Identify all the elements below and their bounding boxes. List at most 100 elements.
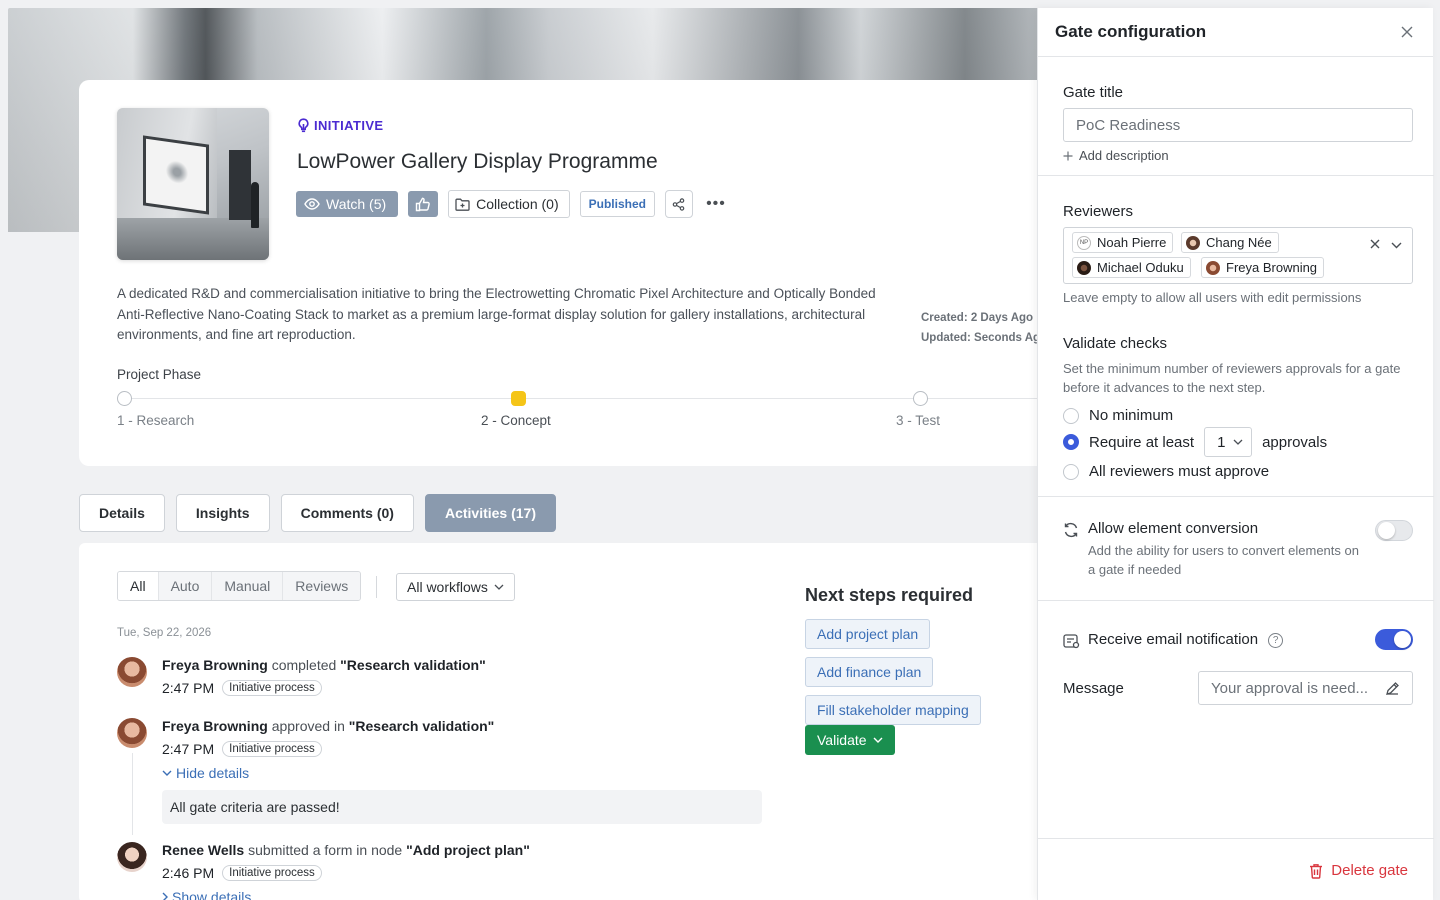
activity-date-heading: Tue, Sep 22, 2026 — [117, 627, 212, 639]
add-description-link[interactable]: Add description — [1063, 148, 1169, 163]
drawer-header: Gate configuration — [1038, 8, 1433, 57]
element-conversion-toggle[interactable] — [1375, 520, 1413, 541]
gate-title-section: Gate title PoC Readiness Add description — [1038, 57, 1434, 176]
hide-details-label: Hide details — [176, 765, 250, 781]
thumbs-up-icon — [415, 197, 430, 211]
avatar[interactable] — [117, 842, 147, 872]
gate-title-input[interactable]: PoC Readiness — [1063, 108, 1413, 142]
activity-prep: in — [333, 718, 345, 734]
pencil-icon — [1386, 681, 1399, 695]
tab-comments[interactable]: Comments (0) — [280, 494, 414, 532]
approvals-count-select[interactable]: 1 — [1204, 427, 1253, 457]
fill-stakeholder-mapping-button[interactable]: Fill stakeholder mapping — [805, 695, 981, 725]
activity-text: Freya Browning completed "Research valid… — [162, 657, 486, 673]
radio-no-minimum[interactable]: No minimum — [1063, 407, 1173, 424]
filter-auto[interactable]: Auto — [157, 572, 212, 600]
close-drawer-button[interactable] — [1399, 24, 1415, 40]
radio-require-at-least[interactable]: Require at least 1 approvals — [1063, 427, 1327, 457]
add-project-plan-button[interactable]: Add project plan — [805, 619, 931, 649]
delete-gate-button[interactable]: Delete gate — [1309, 862, 1408, 879]
reviewer-chip[interactable]: NP Noah Pierre — [1072, 232, 1174, 253]
plus-icon — [1063, 151, 1073, 160]
reviewer-name: Freya Browning — [1226, 260, 1318, 275]
validate-checks-help: Set the minimum number of reviewers appr… — [1063, 361, 1401, 395]
activity-verb: approved — [271, 718, 331, 734]
trash-icon — [1310, 863, 1323, 879]
delete-gate-label: Delete gate — [1331, 862, 1408, 879]
workflow-select[interactable]: All workflows — [396, 573, 515, 601]
close-icon — [1370, 239, 1380, 249]
reviewers-multiselect[interactable]: NP Noah Pierre Chang Née Michael Oduku F… — [1063, 227, 1413, 284]
hide-details-link[interactable]: Hide details — [162, 765, 249, 781]
updated-timestamp: Updated: Seconds Ago — [921, 332, 1048, 344]
activity-verb: submitted — [248, 842, 309, 858]
activity-user[interactable]: Freya Browning — [162, 657, 268, 673]
avatar[interactable] — [117, 718, 147, 748]
message-input[interactable]: Your approval is need... — [1198, 671, 1413, 705]
activity-time: 2:46 PM — [162, 865, 215, 881]
add-finance-plan-button[interactable]: Add finance plan — [805, 657, 934, 687]
tab-insights[interactable]: Insights — [175, 494, 270, 532]
activity-verb: completed — [271, 657, 337, 673]
radio-circle[interactable] — [1063, 407, 1079, 424]
share-button[interactable] — [664, 190, 693, 218]
activity-user[interactable]: Renee Wells — [162, 842, 244, 858]
initiative-type-label: INITIATIVE — [297, 118, 383, 133]
radio-circle[interactable] — [1063, 463, 1079, 480]
clear-reviewers-button[interactable] — [1370, 236, 1380, 252]
collection-label: Collection (0) — [476, 196, 559, 212]
radio-all-reviewers[interactable]: All reviewers must approve — [1063, 463, 1269, 480]
radio-no-minimum-label: No minimum — [1089, 407, 1174, 424]
activity-text: Freya Browning approved in "Research val… — [162, 718, 494, 734]
folder-plus-icon — [455, 198, 470, 211]
reviewer-chip[interactable]: Michael Oduku — [1072, 257, 1191, 278]
tab-activities[interactable]: Activities (17) — [424, 494, 556, 532]
status-badge[interactable]: Published — [579, 191, 655, 217]
activity-user[interactable]: Freya Browning — [162, 718, 268, 734]
activity-prep: a form in node — [312, 842, 403, 858]
activity-tag: Initiative process — [222, 680, 322, 696]
activity-text: Renee Wells submitted a form in node "Ad… — [162, 842, 530, 858]
reviewer-name: Chang Née — [1206, 235, 1272, 250]
collection-button[interactable]: Collection (0) — [448, 190, 570, 218]
validate-label: Validate — [817, 732, 867, 748]
phase-step-research-dot[interactable] — [117, 391, 132, 406]
filter-reviews[interactable]: Reviews — [282, 572, 361, 600]
element-conversion-desc: Add the ability for users to convert ele… — [1088, 543, 1359, 577]
initiative-header-card: INITIATIVE LowPower Gallery Display Prog… — [79, 80, 1059, 466]
email-notification-title: Receive email notification? — [1088, 631, 1284, 648]
lightbulb-icon — [298, 118, 309, 133]
email-notification-toggle[interactable] — [1375, 629, 1413, 650]
watch-button[interactable]: Watch (5) — [296, 191, 399, 217]
filter-all[interactable]: All — [118, 572, 158, 600]
message-value: Your approval is need... — [1211, 679, 1369, 697]
avatar[interactable] — [117, 657, 147, 687]
help-icon[interactable]: ? — [1268, 632, 1284, 648]
phase-step-research-label: 1 - Research — [117, 413, 195, 428]
activity-filter-group: All Auto Manual Reviews — [117, 571, 362, 601]
close-icon — [1401, 26, 1413, 38]
section-tabs: Details Insights Comments (0) Activities… — [79, 494, 556, 532]
radio-circle-selected[interactable] — [1063, 434, 1079, 450]
page-title: LowPower Gallery Display Programme — [297, 150, 658, 173]
phase-step-test-dot[interactable] — [913, 391, 928, 406]
tab-details[interactable]: Details — [79, 494, 165, 532]
like-button[interactable] — [408, 191, 439, 217]
show-details-link[interactable]: Show details — [162, 889, 251, 900]
activity-tag: Initiative process — [222, 865, 322, 881]
radio-require-label: Require at least — [1089, 433, 1195, 451]
validate-button[interactable]: Validate — [805, 725, 895, 755]
phase-step-concept-label: 2 - Concept — [481, 413, 551, 428]
drawer-title: Gate configuration — [1055, 22, 1207, 41]
initiative-thumbnail[interactable] — [117, 108, 269, 260]
reviewer-chip[interactable]: Freya Browning — [1201, 257, 1325, 278]
phase-step-concept-dot[interactable] — [511, 391, 526, 406]
filter-manual[interactable]: Manual — [211, 572, 283, 600]
chevron-down-icon — [873, 737, 883, 743]
chevron-down-icon — [1233, 439, 1243, 445]
reviewers-dropdown-toggle[interactable] — [1391, 236, 1402, 252]
more-options-button[interactable]: ••• — [703, 191, 729, 217]
avatar — [1186, 235, 1200, 250]
reviewer-chip[interactable]: Chang Née — [1181, 232, 1279, 253]
workflow-select-value: All workflows — [407, 579, 488, 595]
